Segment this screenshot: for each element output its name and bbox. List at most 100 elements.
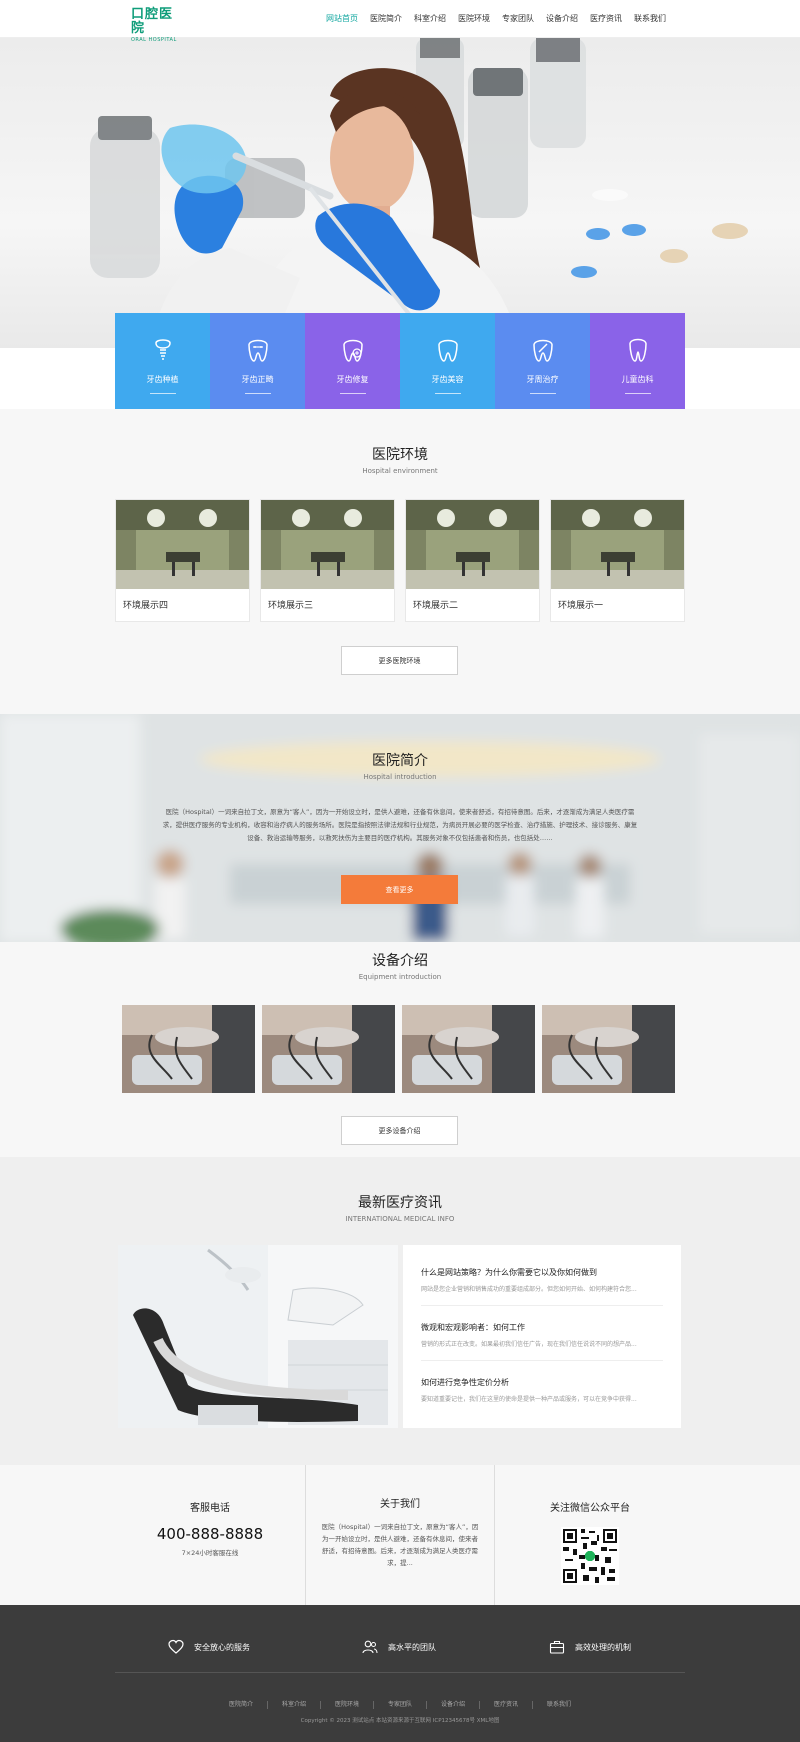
footer-link-environment[interactable]: 医院环境 [335,1701,359,1709]
kids-tooth-icon [628,338,647,362]
service-phone-heading: 客服电话 [190,1503,230,1514]
service-phone-column: 客服电话 400-888-8888 7×24小时客服在线 [120,1465,300,1605]
more-environment-button[interactable]: 更多医院环境 [341,646,458,675]
intro-subtitle: Hospital introduction [363,773,437,781]
dental-equipment-image [542,1005,675,1093]
service-label: 牙齿种植 [146,375,179,384]
page: 口腔医院 ORAL HOSPITAL 网站首页 医院简介 科室介绍 医院环境 专… [0,0,800,1742]
equipment-title: 设备介绍 [372,953,428,969]
service-label: 牙齿修复 [336,375,369,384]
environment-card[interactable]: 环境展示一 [550,499,685,622]
about-heading: 关于我们 [380,1499,420,1510]
logo-english: ORAL HOSPITAL [131,37,177,43]
implant-icon [154,339,171,360]
about-text: 医院（Hospital）一词来自拉丁文，原意为“客人”，因为一开始设立时，是供人… [321,1523,479,1567]
heart-icon [168,1639,184,1654]
footer-link-news[interactable]: 医疗资讯 [494,1701,518,1709]
news-item[interactable]: 什么是网站策略？为什么你需要它以及你如何做到 网站是您企业营销和销售成功的重要组… [421,1263,663,1306]
news-item-summary: 营销的形式正在改变。如果最初我们信任广告，现在我们信任说说不同的想产品... [421,1341,637,1348]
service-tile-braces[interactable]: 牙齿正畸 [210,313,305,409]
link-separator [319,1701,321,1709]
equipment-card[interactable] [262,1005,395,1093]
environment-card-caption: 环境展示四 [123,601,169,611]
news-subtitle: INTERNATIONAL MEDICAL INFO [345,1215,455,1223]
service-hours: 7×24小时客服在线 [181,1549,239,1557]
site-logo[interactable]: 口腔医院 ORAL HOSPITAL [131,8,183,44]
nav-equipment[interactable]: 设备介绍 [546,13,578,25]
wechat-column: 关注微信公众平台 [495,1465,685,1605]
footer-link-departments[interactable]: 科室介绍 [282,1701,306,1709]
nav-home[interactable]: 网站首页 [326,13,358,25]
intro-title: 医院简介 [372,753,428,769]
copyright-text: Copyright © 2023 测试站点 本站资源来源于互联网 ICP1234… [300,1718,500,1724]
equipment-section: 设备介绍 Equipment introduction 更多设备介绍 [0,942,800,1157]
nav-contact[interactable]: 联系我们 [634,13,666,25]
environment-card-caption: 环境展示二 [413,601,459,611]
equipment-subtitle: Equipment introduction [358,973,442,981]
news-item[interactable]: 微观和宏观影响者：如何工作 营销的形式正在改变。如果最初我们信任广告，现在我们信… [421,1318,663,1361]
nav-experts[interactable]: 专家团队 [502,13,534,25]
repair-icon [342,339,363,362]
dental-equipment-image [262,1005,395,1093]
operating-room-image [261,500,394,589]
dental-equipment-image [402,1005,535,1093]
environment-card-caption: 环境展示三 [268,601,314,611]
news-item-summary: 要知道重要记住，我们在这里的使命是提供一种产品或服务，可以在竞争中获得... [421,1396,637,1403]
service-tile-kids[interactable]: 儿童齿科 [590,313,685,409]
service-underline [434,393,461,394]
link-separator [266,1701,268,1709]
news-feature-image [118,1245,398,1428]
equipment-heading: 设备介绍 Equipment introduction [0,952,800,982]
view-more-button[interactable]: 查看更多 [341,875,458,904]
equipment-card[interactable] [122,1005,255,1093]
service-label: 牙齿美容 [431,375,464,384]
service-tile-periodontal[interactable]: 牙周治疗 [495,313,590,409]
about-column: 关于我们 医院（Hospital）一词来自拉丁文，原意为“客人”，因为一开始设立… [305,1465,495,1605]
news-heading: 最新医疗资讯 INTERNATIONAL MEDICAL INFO [0,1194,800,1224]
service-underline [624,393,651,394]
operating-room-image [551,500,684,589]
footer-link-experts[interactable]: 专家团队 [388,1701,412,1709]
hospital-intro-section: 医院简介 Hospital introduction 医院（Hospital）一… [0,714,800,942]
operating-room-image [406,500,539,589]
nav-departments[interactable]: 科室介绍 [414,13,446,25]
service-tile-repair[interactable]: 牙齿修复 [305,313,400,409]
environment-card-caption: 环境展示一 [558,601,604,611]
news-item-summary: 网站是您企业营销和销售成功的重要组成部分。但您如何开始、如何构建符合您... [421,1286,637,1293]
equipment-card[interactable] [402,1005,535,1093]
dental-chair-image [118,1245,398,1428]
nav-news[interactable]: 医疗资讯 [590,13,622,25]
news-item[interactable]: 如何进行竞争性定价分析 要知道重要记住，我们在这里的使命是提供一种产品或服务，可… [421,1373,663,1415]
environment-section: 医院环境 Hospital environment 环境展示四 环境展示三 环境… [0,409,800,714]
feature-label: 安全放心的服务 [194,1642,250,1652]
more-equipment-button[interactable]: 更多设备介绍 [341,1116,458,1145]
service-underline [244,393,271,394]
nav-environment[interactable]: 医院环境 [458,13,490,25]
footer-link-equipment[interactable]: 设备介绍 [441,1701,465,1709]
top-navigation-bar: 口腔医院 ORAL HOSPITAL 网站首页 医院简介 科室介绍 医院环境 专… [0,0,800,44]
footer-link-contact[interactable]: 联系我们 [547,1701,571,1709]
intro-paragraph: 医院（Hospital）一词来自拉丁文，原意为“客人”，因为一开始设立时，是供人… [162,808,638,842]
environment-card[interactable]: 环境展示二 [405,499,540,622]
service-tile-cosmetic[interactable]: 牙齿美容 [400,313,495,409]
tooth-icon [437,339,458,362]
briefcase-icon [549,1640,565,1654]
footer-link-about[interactable]: 医院简介 [229,1701,253,1709]
operating-room-image [116,500,249,589]
environment-card[interactable]: 环境展示四 [115,499,250,622]
contact-section: 客服电话 400-888-8888 7×24小时客服在线 关于我们 医院（Hos… [0,1465,800,1605]
feature-label: 高水平的团队 [388,1642,436,1652]
feature-label: 高效处理的机制 [575,1642,631,1652]
service-underline [339,393,366,394]
service-underline [529,393,556,394]
dental-equipment-image [122,1005,255,1093]
equipment-card[interactable] [542,1005,675,1093]
feature-mechanism: 高效处理的机制 [549,1639,631,1655]
nav-about[interactable]: 医院简介 [370,13,402,25]
news-title: 最新医疗资讯 [358,1195,442,1211]
environment-card[interactable]: 环境展示三 [260,499,395,622]
service-label: 牙齿正畸 [241,375,274,384]
main-nav: 网站首页 医院简介 科室介绍 医院环境 专家团队 设备介绍 医疗资讯 联系我们 [326,13,666,25]
service-tile-implant[interactable]: 牙齿种植 [115,313,210,409]
link-separator [532,1701,534,1709]
